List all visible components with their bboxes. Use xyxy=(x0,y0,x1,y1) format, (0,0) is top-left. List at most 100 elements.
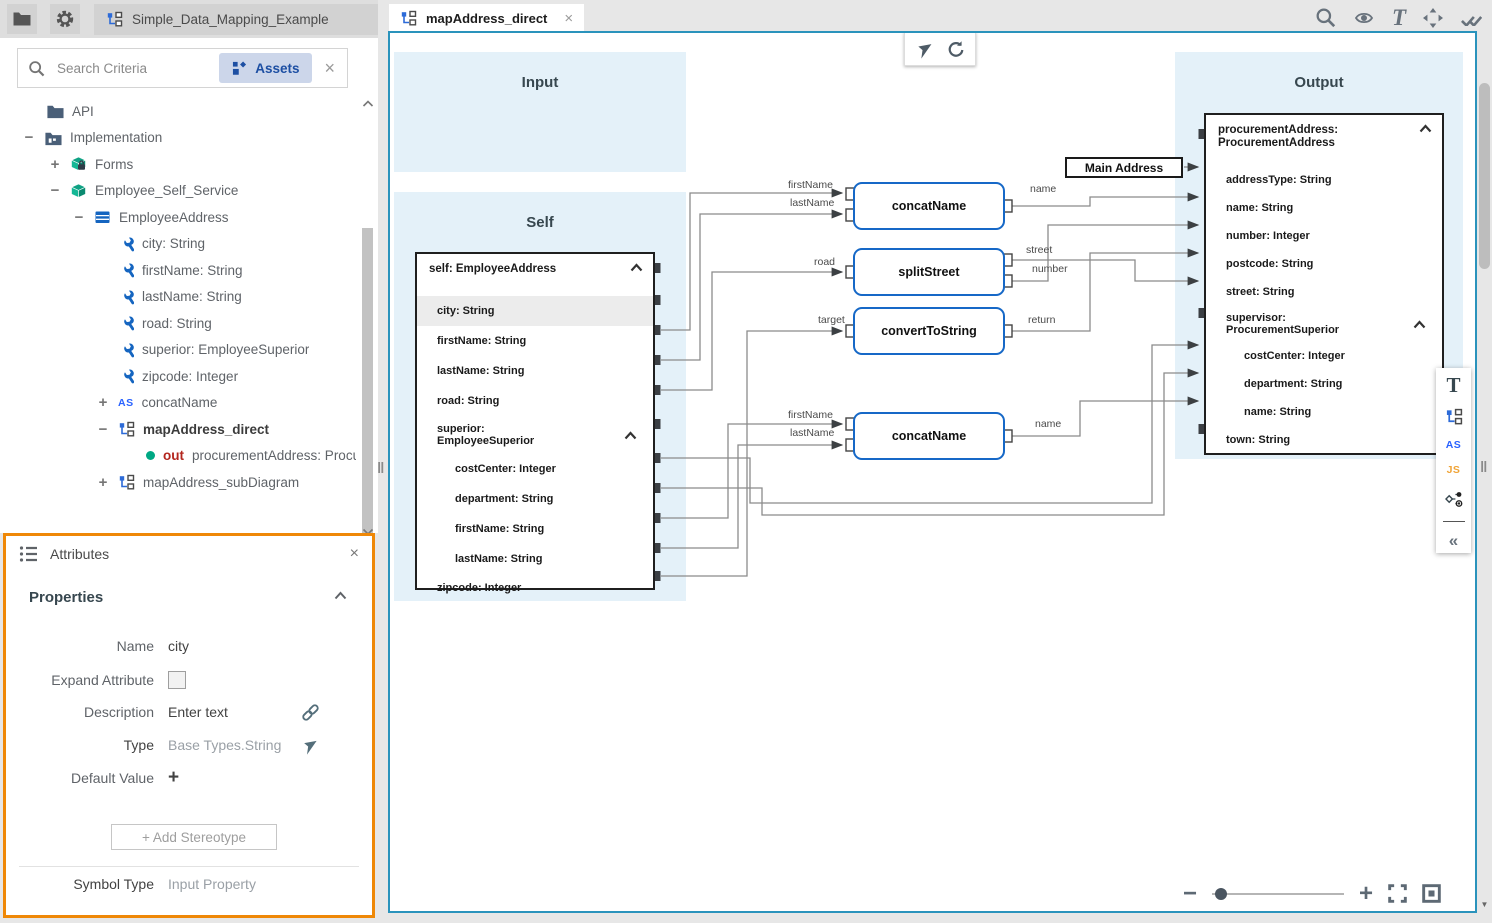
tree-item-zipcode[interactable]: zipcode: Integer xyxy=(0,363,356,390)
tree-item-city[interactable]: city: String xyxy=(0,231,356,258)
canvas-vertical-scrollbar[interactable]: ‖ ▼ xyxy=(1477,31,1492,913)
navigate-icon[interactable] xyxy=(915,39,935,59)
self-row-superior-firstname[interactable]: firstName: String xyxy=(417,514,653,544)
panel-resize-handle[interactable]: ‖ xyxy=(1480,459,1488,476)
fit-to-screen-icon[interactable] xyxy=(1422,884,1441,903)
collapse-toolbar-button[interactable]: « xyxy=(1449,535,1458,547)
view-options-button[interactable] xyxy=(1353,9,1375,27)
refresh-icon[interactable] xyxy=(946,40,965,59)
output-row-postcode[interactable]: postcode: String xyxy=(1206,250,1442,278)
tree-item-road[interactable]: road: String xyxy=(0,310,356,337)
mapping-canvas[interactable]: Input Self Output xyxy=(388,31,1477,913)
add-default-value-button[interactable]: + xyxy=(168,771,179,785)
tree-item-firstname[interactable]: firstName: String xyxy=(0,257,356,284)
name-field-value[interactable]: city xyxy=(168,638,189,654)
text-style-button[interactable]: T xyxy=(1392,8,1406,28)
description-field-input[interactable]: Enter text xyxy=(168,704,228,720)
operator-splitstreet[interactable]: splitStreet xyxy=(853,248,1005,296)
expand-toggle[interactable]: + xyxy=(96,394,110,411)
pan-mode-button[interactable] xyxy=(1423,8,1443,28)
self-row-zipcode[interactable]: zipcode: Integer xyxy=(417,574,653,601)
wire-name-to-output-name[interactable] xyxy=(1012,197,1198,206)
output-row-name[interactable]: name: String xyxy=(1206,194,1442,222)
link-icon[interactable] xyxy=(301,703,320,722)
add-javascript-button[interactable]: JS xyxy=(1447,464,1461,476)
collapse-icon[interactable] xyxy=(630,263,643,272)
add-stereotype-button[interactable]: + Add Stereotype xyxy=(111,824,277,850)
output-row-addresstype[interactable]: addressType: String xyxy=(1206,166,1442,194)
fullscreen-icon[interactable] xyxy=(1388,884,1407,903)
self-row-superior[interactable]: superior: EmployeeSuperior xyxy=(417,416,653,454)
tree-item-implementation[interactable]: −Implementation xyxy=(0,125,356,152)
operator-concatname-1[interactable]: concatName xyxy=(853,182,1005,230)
output-procurementaddress-box[interactable]: procurementAddress: ProcurementAddress a… xyxy=(1204,113,1444,455)
sidebar-resize-handle[interactable]: ‖ xyxy=(377,460,385,477)
collapse-icon[interactable] xyxy=(1419,124,1432,133)
output-row-supervisor-name[interactable]: name: String xyxy=(1206,398,1442,426)
tree-item-concatname[interactable]: +ASconcatName xyxy=(0,390,356,417)
output-row-supervisor-department[interactable]: department: String xyxy=(1206,370,1442,398)
tree-item-out-procurementaddress[interactable]: outprocurementAddress: ProcurementAddres… xyxy=(0,443,356,470)
scroll-up-icon[interactable] xyxy=(362,100,374,108)
wire-lastname-to-concatname[interactable] xyxy=(661,214,842,360)
scrollbar-thumb[interactable] xyxy=(362,228,373,534)
self-employeeaddress-box[interactable]: self: EmployeeAddress city: String first… xyxy=(415,252,655,590)
self-row-city[interactable]: city: String xyxy=(417,296,653,326)
zoom-out-button[interactable]: − xyxy=(1183,885,1197,903)
output-row-street[interactable]: street: String xyxy=(1206,278,1442,306)
add-action-script-button[interactable]: AS xyxy=(1446,439,1462,451)
navigate-to-type-icon[interactable] xyxy=(301,736,320,755)
tree-item-mapaddress-subdiagram[interactable]: +mapAddress_subDiagram xyxy=(0,469,356,496)
scrollbar-thumb[interactable] xyxy=(1479,83,1490,269)
operator-converttostring[interactable]: convertToString xyxy=(853,307,1005,355)
tree-item-superior[interactable]: superior: EmployeeSuperior xyxy=(0,337,356,364)
output-row-number[interactable]: number: Integer xyxy=(1206,222,1442,250)
self-row-road[interactable]: road: String xyxy=(417,386,653,416)
output-box-header[interactable]: procurementAddress: ProcurementAddress xyxy=(1206,115,1442,166)
tree-item-lastname[interactable]: lastName: String xyxy=(0,284,356,311)
expand-toggle[interactable]: + xyxy=(96,474,110,491)
scroll-down-arrow[interactable]: ▼ xyxy=(1477,900,1492,909)
collapse-icon[interactable] xyxy=(1413,320,1426,329)
search-input[interactable] xyxy=(55,60,209,77)
collapse-icon[interactable] xyxy=(624,431,637,440)
collapse-section-icon[interactable] xyxy=(334,591,347,600)
tree-item-api[interactable]: API xyxy=(0,98,356,125)
output-row-supervisor-costcenter[interactable]: costCenter: Integer xyxy=(1206,342,1442,370)
self-row-firstname[interactable]: firstName: String xyxy=(417,326,653,356)
clear-search-button[interactable]: × xyxy=(322,58,337,79)
output-row-supervisor[interactable]: supervisor: ProcurementSuperior xyxy=(1206,306,1442,342)
expand-attribute-checkbox[interactable] xyxy=(168,671,186,689)
tree-item-forms[interactable]: +Forms xyxy=(0,151,356,178)
zoom-slider[interactable] xyxy=(1212,893,1344,895)
wire-zipcode-to-converttostring[interactable] xyxy=(661,331,842,576)
tree-item-employee-self-service[interactable]: −Employee_Self_Service xyxy=(0,178,356,205)
add-text-button[interactable]: T xyxy=(1446,376,1460,395)
settings-button[interactable] xyxy=(50,4,80,34)
main-address-annotation[interactable]: Main Address xyxy=(1065,157,1183,178)
tree-vertical-scrollbar[interactable] xyxy=(360,100,375,536)
expand-toggle[interactable]: + xyxy=(48,156,62,173)
search-diagram-button[interactable] xyxy=(1315,7,1336,28)
collapse-toggle[interactable]: − xyxy=(48,182,62,199)
collapse-toggle[interactable]: − xyxy=(96,421,110,438)
add-mapping-diagram-button[interactable] xyxy=(1445,408,1463,426)
collapse-toggle[interactable]: − xyxy=(22,129,36,146)
self-row-lastname[interactable]: lastName: String xyxy=(417,356,653,386)
project-tab[interactable]: Simple_Data_Mapping_Example xyxy=(94,4,378,35)
assets-filter-button[interactable]: Assets xyxy=(219,53,312,83)
output-row-town[interactable]: town: String xyxy=(1206,426,1442,454)
tree-item-mapaddress-direct[interactable]: −mapAddress_direct xyxy=(0,416,356,443)
collapse-toggle[interactable]: − xyxy=(72,209,86,226)
close-tab-button[interactable]: × xyxy=(564,10,573,27)
type-field-value[interactable]: Base Types.String xyxy=(168,737,281,753)
zoom-in-button[interactable]: + xyxy=(1359,885,1373,903)
self-row-superior-costcenter[interactable]: costCenter: Integer xyxy=(417,454,653,484)
self-box-header[interactable]: self: EmployeeAddress xyxy=(417,254,653,296)
zoom-slider-knob[interactable] xyxy=(1215,888,1227,900)
folder-button[interactable] xyxy=(7,4,37,34)
diagram-tab[interactable]: mapAddress_direct × xyxy=(389,4,584,32)
operator-concatname-2[interactable]: concatName xyxy=(853,412,1005,460)
validate-button[interactable] xyxy=(1460,9,1482,26)
add-mapping-operation-button[interactable] xyxy=(1444,489,1463,508)
